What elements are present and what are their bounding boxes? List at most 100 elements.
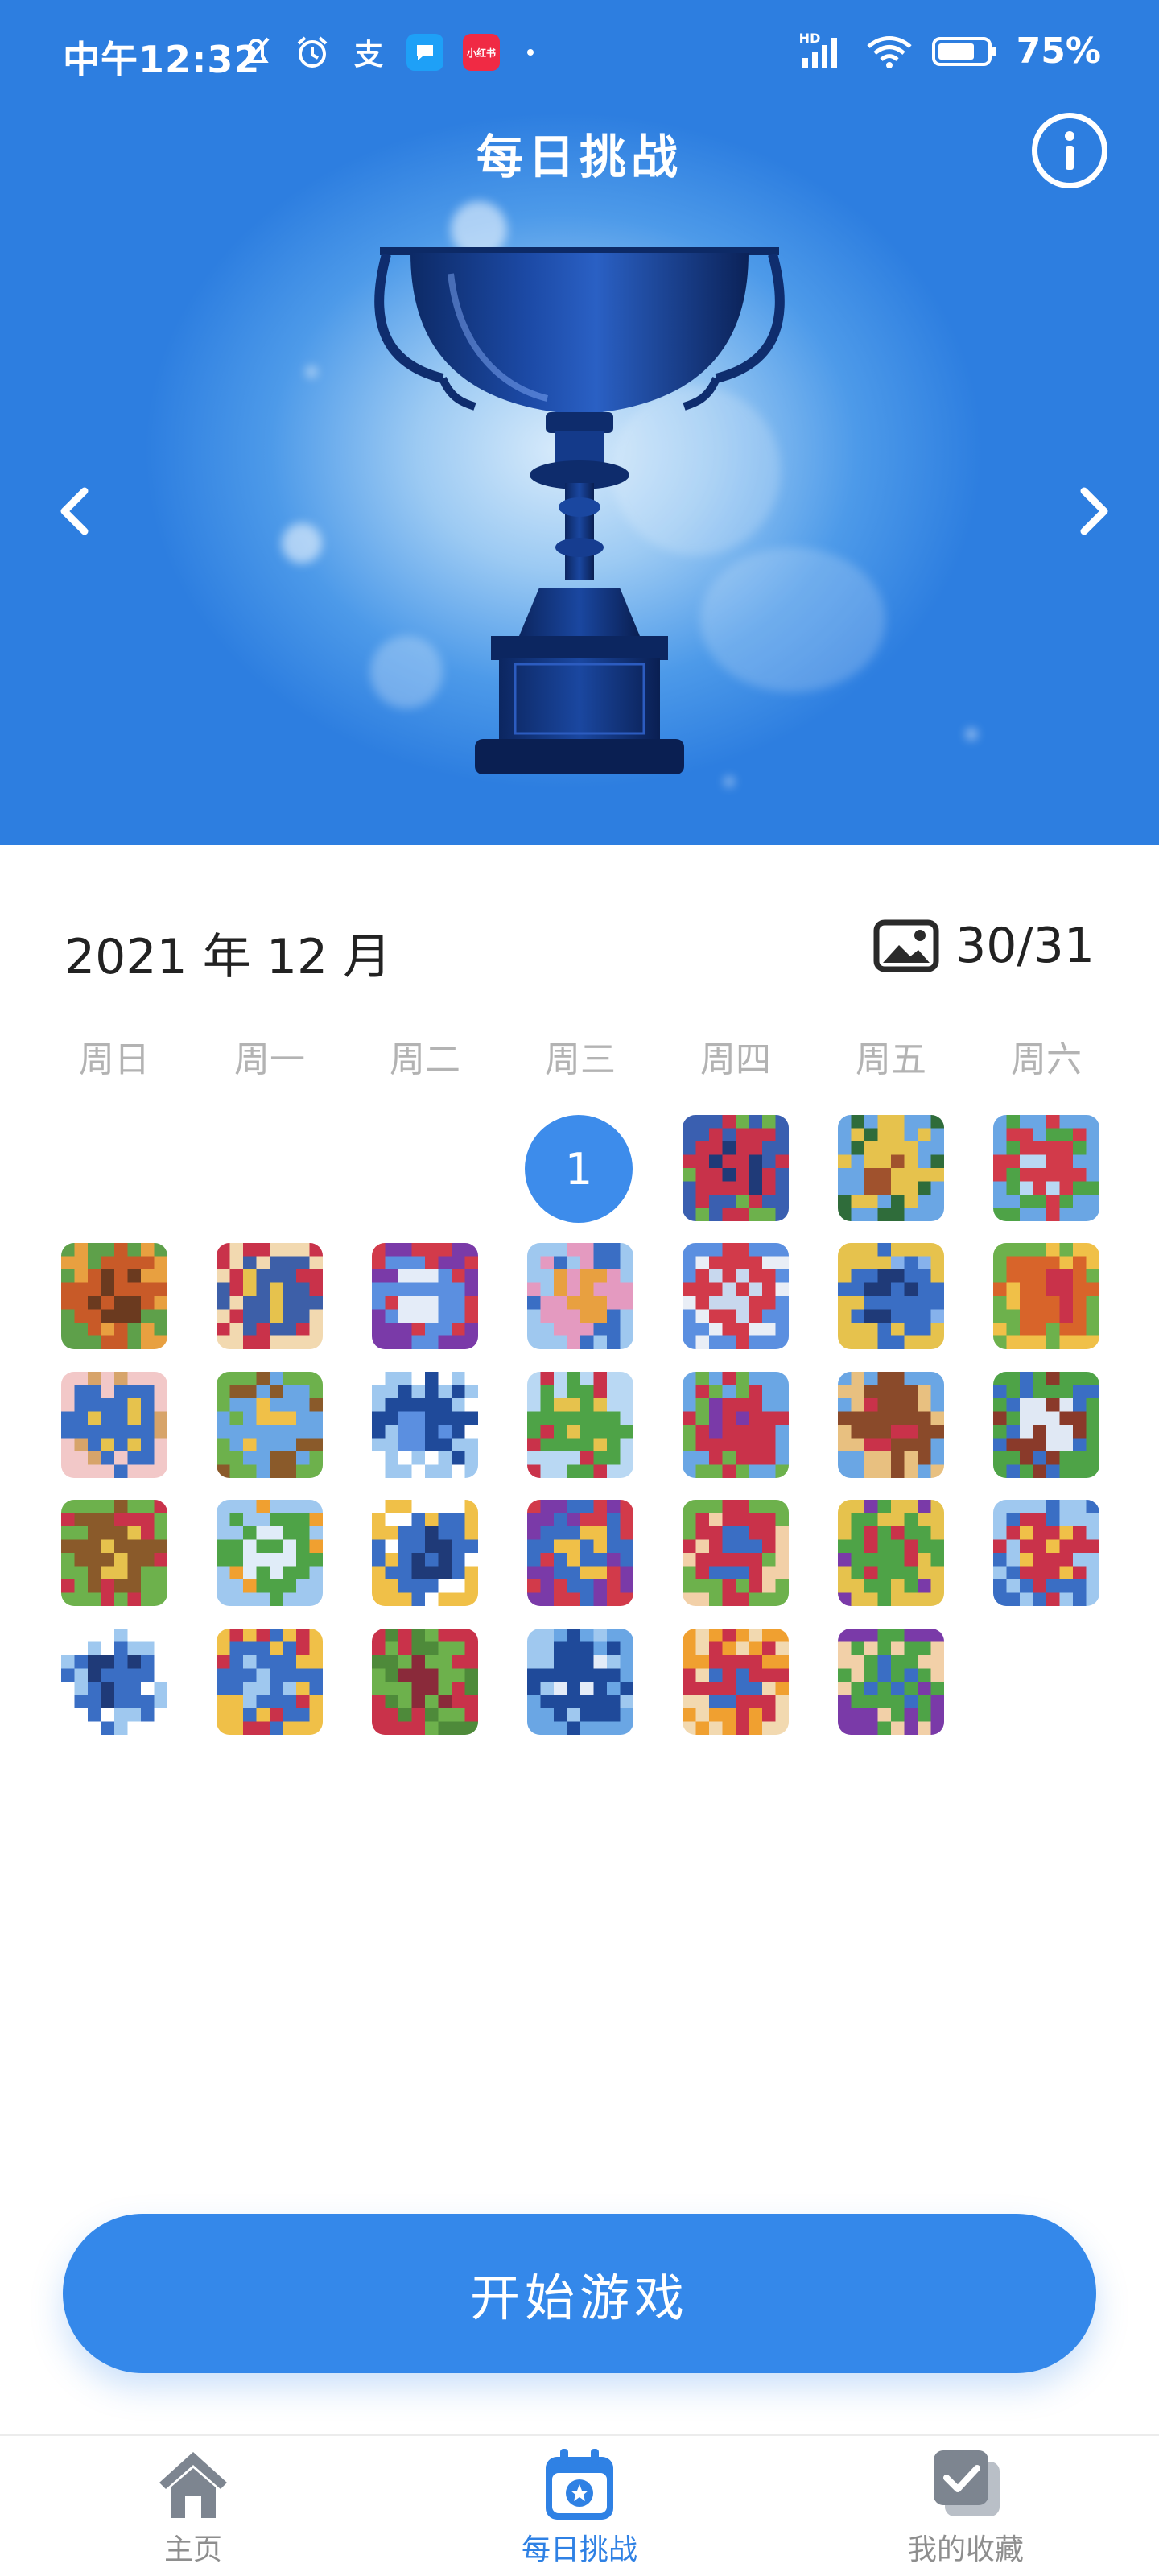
nav-label-daily-challenge: 每日挑战 [521, 2533, 637, 2566]
bokeh-light [966, 729, 977, 740]
penguin-pixel-art [372, 1500, 478, 1606]
day-thumbnail[interactable] [61, 1629, 167, 1735]
start-game-button[interactable]: 开始游戏 [63, 2214, 1096, 2373]
weekday-label: 周六 [1011, 1039, 1082, 1080]
month-label: 2021 年 12 月 [64, 929, 392, 985]
day-thumbnail[interactable] [683, 1243, 789, 1349]
day-thumbnail[interactable] [683, 1500, 789, 1606]
weekday-label: 周四 [700, 1039, 771, 1080]
day-thumbnail[interactable] [372, 1629, 478, 1735]
status-right: HD 75% [799, 31, 1101, 72]
woodcutter-pixel-art [838, 1115, 944, 1221]
day-thumbnail[interactable] [838, 1243, 944, 1349]
day-thumbnail[interactable] [993, 1243, 1099, 1349]
day-thumbnail[interactable] [683, 1115, 789, 1221]
lantern-pixel-art [527, 1500, 633, 1606]
image-icon [873, 919, 939, 972]
status-bar: 中午12:32 支 小红书 HD 75% [0, 0, 1159, 113]
day-thumbnail[interactable] [838, 1372, 944, 1478]
battery-percent: 75% [1016, 31, 1101, 72]
alipay-icon: 支 [353, 39, 383, 72]
calendar-star-icon [546, 2449, 613, 2520]
prev-month-button[interactable] [40, 475, 113, 547]
nav-label-collection: 我的收藏 [907, 2533, 1024, 2566]
battery-icon [931, 36, 996, 66]
bouquet-pixel-art [683, 1372, 789, 1478]
weekday-label: 周三 [545, 1039, 616, 1080]
bokeh-light [306, 366, 317, 378]
weekday-label: 周一 [234, 1039, 305, 1080]
more-notifications-dot [527, 49, 534, 56]
door-pixel-art [61, 1500, 167, 1606]
walrus-pixel-art [61, 1243, 167, 1349]
page-title: 每日挑战 [476, 130, 683, 184]
cake-pixel-art [683, 1629, 789, 1735]
day-thumbnail[interactable] [527, 1372, 633, 1478]
bokeh-light [282, 523, 322, 564]
today-day-button[interactable]: 1 [525, 1115, 633, 1223]
oven-pixel-art [217, 1243, 323, 1349]
gift-pixel-art [993, 1243, 1099, 1349]
weekday-label: 周二 [390, 1039, 460, 1080]
day-thumbnail[interactable] [527, 1629, 633, 1735]
deer-pixel-art [838, 1372, 944, 1478]
day-thumbnail[interactable] [217, 1500, 323, 1606]
day-thumbnail[interactable] [61, 1243, 167, 1349]
next-month-button[interactable] [1056, 475, 1128, 547]
signal-icon: HD [799, 31, 848, 69]
house-pixel-art [372, 1243, 478, 1349]
day-thumbnail[interactable] [683, 1629, 789, 1735]
nav-label-home: 主页 [163, 2533, 222, 2566]
chat-app-icon [406, 34, 443, 71]
day-thumbnail[interactable] [527, 1243, 633, 1349]
day-thumbnail[interactable] [838, 1500, 944, 1606]
day-thumbnail[interactable] [217, 1629, 323, 1735]
completion-count: 30/31 [955, 918, 1095, 974]
postman-pixel-art [61, 1372, 167, 1478]
runner-pixel-art [527, 1372, 633, 1478]
chevron-left-icon [60, 487, 89, 535]
info-icon [1065, 131, 1074, 170]
chili-pixel-art [993, 1115, 1099, 1221]
weekday-label: 周日 [79, 1039, 150, 1080]
day-thumbnail[interactable] [217, 1372, 323, 1478]
trophy-illustration [374, 247, 785, 774]
day-thumbnail[interactable] [993, 1372, 1099, 1478]
castle-pixel-art [527, 1629, 633, 1735]
day-thumbnail[interactable] [217, 1243, 323, 1349]
weekday-label: 周五 [856, 1039, 926, 1080]
mute-bell-icon [242, 37, 270, 68]
chevron-right-icon [1080, 487, 1108, 535]
status-notification-icons: 支 小红书 [237, 34, 534, 72]
window-pixel-art [993, 1372, 1099, 1478]
day-thumbnail[interactable] [993, 1500, 1099, 1606]
info-button[interactable] [1032, 113, 1107, 188]
alarm-clock-icon [297, 36, 328, 68]
nav-item-home[interactable]: 主页 [72, 2446, 314, 2568]
nav-item-collection[interactable]: 我的收藏 [845, 2446, 1087, 2568]
coat-pixel-art [683, 1115, 789, 1221]
status-time: 中午12:32 [63, 38, 261, 81]
home-icon [159, 2452, 227, 2518]
completion-counter: 30/31 [873, 918, 1095, 974]
wifi-icon [867, 35, 912, 68]
nav-item-daily-challenge[interactable]: 每日挑战 [459, 2446, 700, 2568]
day-thumbnail[interactable] [838, 1115, 944, 1221]
skater-pixel-art [527, 1243, 633, 1349]
day-thumbnail[interactable] [372, 1500, 478, 1606]
day-thumbnail[interactable] [61, 1500, 167, 1606]
xiaohongshu-icon: 小红书 [463, 34, 500, 71]
collection-icon [934, 2450, 1000, 2516]
day-thumbnail[interactable] [527, 1500, 633, 1606]
bag-pixel-art [372, 1629, 478, 1735]
day-thumbnail[interactable] [61, 1372, 167, 1478]
day-thumbnail[interactable] [838, 1629, 944, 1735]
tree-pixel-art [838, 1500, 944, 1606]
bottom-navigation: 主页 每日挑战 我的收藏 [0, 2434, 1159, 2576]
day-thumbnail[interactable] [683, 1372, 789, 1478]
sack-pixel-art [993, 1500, 1099, 1606]
cat-pixel-art [217, 1629, 323, 1735]
day-thumbnail[interactable] [372, 1372, 478, 1478]
day-thumbnail[interactable] [993, 1115, 1099, 1221]
day-thumbnail[interactable] [372, 1243, 478, 1349]
